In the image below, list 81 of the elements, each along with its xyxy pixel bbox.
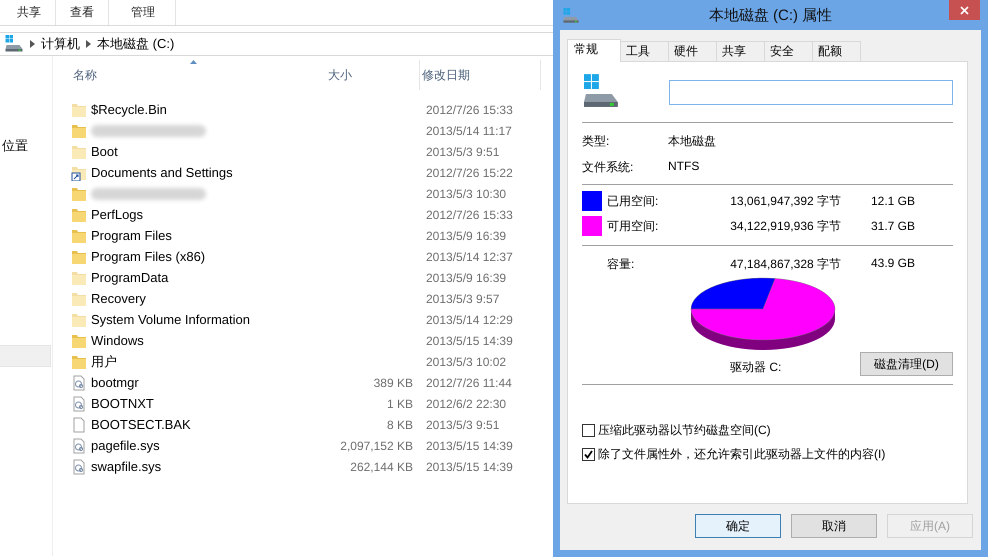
file-name[interactable]: $Recycle.Bin <box>91 102 167 117</box>
space-label: 已用空间: <box>607 192 660 210</box>
space-label: 可用空间: <box>607 218 660 234</box>
checkbox-label[interactable]: 除了文件属性外，还允许索引此驱动器上文件的内容(I) <box>598 446 886 463</box>
file-name[interactable]: 用户 <box>91 352 117 370</box>
modified-date: 2013/5/9 16:39 <box>426 270 506 284</box>
modified-date: 2012/7/26 11:44 <box>426 376 512 390</box>
dialog-button[interactable]: 确定 <box>695 514 781 538</box>
field-label: 类型: <box>582 133 610 150</box>
size-value: 31.7 GB <box>870 219 916 233</box>
modified-date: 2012/7/26 15:22 <box>426 166 513 180</box>
file-name[interactable]: ProgramData <box>91 270 168 285</box>
file-name[interactable]: pagefile.sys <box>91 438 160 453</box>
column-header[interactable]: 大小 <box>326 60 420 90</box>
chevron-icon <box>86 40 91 48</box>
byte-count: 47,184,867,328 字节 <box>729 256 841 273</box>
modified-date: 2013/5/15 14:39 <box>426 460 513 474</box>
file-name[interactable]: PerfLogs <box>91 207 144 222</box>
modified-date: 2013/5/9 16:39 <box>426 228 506 242</box>
modified-date: 2013/5/3 9:51 <box>426 418 500 432</box>
modified-date: 2012/7/26 15:33 <box>426 102 513 116</box>
size-value: 43.9 GB <box>870 256 916 272</box>
file-size: 1 KB <box>386 396 413 410</box>
volume-label-field[interactable] <box>668 80 953 104</box>
file-size: 2,097,152 KB <box>340 438 413 452</box>
ribbon-tab[interactable]: 共享 <box>0 0 56 25</box>
file-size: 8 KB <box>386 418 413 432</box>
dialog-button[interactable]: 取消 <box>791 514 877 538</box>
file-name[interactable]: Program Files <box>91 228 172 243</box>
breadcrumb-item[interactable]: 计算机 <box>41 35 80 53</box>
file-name[interactable]: bootmgr <box>91 375 139 390</box>
file-name[interactable]: swapfile.sys <box>91 459 162 474</box>
capacity-label: 容量: <box>607 256 636 273</box>
checkbox[interactable] <box>582 424 595 437</box>
close-button[interactable] <box>949 0 980 20</box>
ribbon-tab[interactable]: 查看 <box>56 0 109 25</box>
modified-date: 2013/5/15 14:39 <box>426 438 513 452</box>
sort-arrow-icon <box>190 60 197 64</box>
file-name[interactable]: Recovery <box>91 291 146 306</box>
drive-icon <box>562 8 580 24</box>
disk-cleanup-button[interactable]: 磁盘清理(D) <box>860 352 953 376</box>
file-name[interactable]: BOOTNXT <box>91 396 154 411</box>
file-name[interactable]: Boot <box>91 144 118 159</box>
close-icon <box>960 6 969 14</box>
window-title: 本地磁盘 (C:) 属性 <box>708 6 832 24</box>
modified-date: 2013/5/15 14:39 <box>426 334 513 348</box>
column-header[interactable]: 修改日期 <box>420 60 541 90</box>
byte-count: 34,122,919,936 字节 <box>729 218 841 234</box>
size-value: 12.1 GB <box>870 194 916 208</box>
file-name[interactable]: BOOTSECT.BAK <box>91 417 191 432</box>
column-header[interactable]: 名称 <box>71 60 326 90</box>
modified-date: 2012/7/26 15:33 <box>426 208 513 222</box>
file-size: 389 KB <box>374 376 413 390</box>
file-name[interactable]: Program Files (x86) <box>91 249 206 264</box>
ribbon-tab[interactable]: 管理 <box>109 0 176 25</box>
nav-item[interactable]: 位置 <box>2 137 28 155</box>
modified-date: 2013/5/14 12:37 <box>426 250 513 264</box>
file-name[interactable]: Windows <box>91 333 144 348</box>
modified-date: 2013/5/14 11:17 <box>426 124 512 138</box>
tab[interactable]: 配额 <box>812 41 861 61</box>
chevron-icon <box>30 40 35 48</box>
file-size: 262,144 KB <box>350 460 413 474</box>
breadcrumb-item[interactable]: 本地磁盘 (C:) <box>97 35 174 53</box>
file-name[interactable]: System Volume Information <box>91 312 250 327</box>
modified-date: 2013/5/3 10:30 <box>426 186 506 200</box>
modified-date: 2013/5/14 12:29 <box>426 312 513 326</box>
modified-date: 2013/5/3 9:57 <box>426 292 500 306</box>
drive-icon <box>4 35 24 53</box>
field-value: 本地磁盘 <box>668 133 717 150</box>
modified-date: 2013/5/3 9:51 <box>426 144 500 158</box>
modified-date: 2013/5/3 10:02 <box>426 354 506 368</box>
modified-date: 2012/6/2 22:30 <box>426 396 506 410</box>
checkbox-label[interactable]: 压缩此驱动器以节约磁盘空间(C) <box>598 422 771 439</box>
drive-icon <box>582 74 620 110</box>
tab[interactable]: 常规 <box>567 39 621 62</box>
byte-count: 13,061,947,392 字节 <box>729 192 841 210</box>
drive-label: 驱动器 C: <box>730 359 782 376</box>
field-value: NTFS <box>668 159 700 175</box>
checkbox[interactable] <box>582 448 595 461</box>
file-name[interactable]: Documents and Settings <box>91 165 233 180</box>
field-label: 文件系统: <box>582 159 634 176</box>
